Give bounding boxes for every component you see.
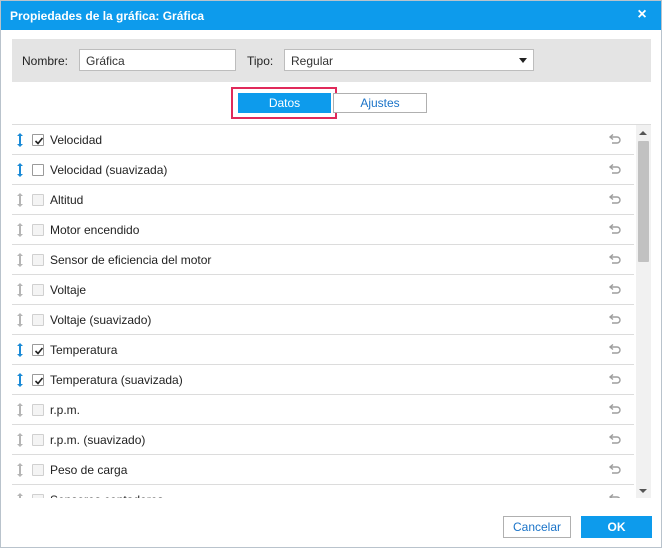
list-item: Sensor de eficiencia del motor <box>12 245 634 275</box>
checkbox[interactable] <box>32 314 44 326</box>
drag-handle-icon[interactable] <box>16 462 24 478</box>
list-item: Voltaje <box>12 275 634 305</box>
drag-handle-icon[interactable] <box>16 192 24 208</box>
drag-handle-icon[interactable] <box>16 492 24 498</box>
name-input[interactable]: Gráfica <box>79 49 236 71</box>
list-item: Altitud <box>12 185 634 215</box>
reset-icon[interactable] <box>608 343 622 356</box>
checkbox[interactable] <box>32 164 44 176</box>
list-item: Velocidad <box>12 125 634 155</box>
drag-handle-icon[interactable] <box>16 252 24 268</box>
list-item: Temperatura <box>12 335 634 365</box>
reset-icon[interactable] <box>608 133 622 146</box>
list-item-label: Voltaje (suavizado) <box>50 313 152 327</box>
type-select-value: Regular <box>291 54 334 68</box>
checkbox[interactable] <box>32 224 44 236</box>
checkmark-icon <box>34 347 44 355</box>
reset-icon[interactable] <box>608 403 622 416</box>
checkmark-icon <box>34 137 44 145</box>
list-item: r.p.m. <box>12 395 634 425</box>
checkbox[interactable] <box>32 284 44 296</box>
list-item-label: Voltaje <box>50 283 87 297</box>
list-item: Peso de carga <box>12 455 634 485</box>
checkbox[interactable] <box>32 134 44 146</box>
reset-icon[interactable] <box>608 253 622 266</box>
ok-button[interactable]: OK <box>581 516 652 538</box>
checkbox[interactable] <box>32 374 44 386</box>
list-item-label: Motor encendido <box>50 223 140 237</box>
list-item: r.p.m. (suavizado) <box>12 425 634 455</box>
data-sensor-list: Velocidad Velocidad (suavizada) Altitud Mot… <box>12 124 651 498</box>
list-item-label: Sensor de eficiencia del motor <box>50 253 212 267</box>
list-item: Motor encendido <box>12 215 634 245</box>
drag-handle-icon[interactable] <box>16 222 24 238</box>
reset-icon[interactable] <box>608 313 622 326</box>
list-item-label: Sensores contadores <box>50 493 163 498</box>
reset-icon[interactable] <box>608 433 622 446</box>
name-type-panel: Nombre: Gráfica Tipo: Regular <box>12 39 651 82</box>
chevron-down-icon <box>519 58 527 63</box>
list-item-label: Velocidad <box>50 133 103 147</box>
reset-icon[interactable] <box>608 223 622 236</box>
reset-icon[interactable] <box>608 463 622 476</box>
reset-icon[interactable] <box>608 193 622 206</box>
type-label: Tipo: <box>247 54 274 68</box>
list-item-label: r.p.m. <box>50 403 81 417</box>
tab-ajustes[interactable]: Ajustes <box>333 93 427 113</box>
drag-handle-icon[interactable] <box>16 402 24 418</box>
checkbox[interactable] <box>32 344 44 356</box>
list-item-label: Velocidad (suavizada) <box>50 163 168 177</box>
list-item-label: Peso de carga <box>50 463 128 477</box>
reset-icon[interactable] <box>608 373 622 386</box>
tab-datos[interactable]: Datos <box>238 93 331 113</box>
checkbox[interactable] <box>32 404 44 416</box>
checkbox[interactable] <box>32 464 44 476</box>
name-label: Nombre: <box>22 54 69 68</box>
list-scrollbar[interactable] <box>636 125 651 498</box>
reset-icon[interactable] <box>608 283 622 296</box>
drag-handle-icon[interactable] <box>16 372 24 388</box>
list-item-label: Altitud <box>50 193 84 207</box>
list-item-label: Temperatura (suavizada) <box>50 373 183 387</box>
drag-handle-icon[interactable] <box>16 282 24 298</box>
close-icon[interactable]: × <box>634 6 650 24</box>
list-item: Velocidad (suavizada) <box>12 155 634 185</box>
reset-icon[interactable] <box>608 493 622 498</box>
drag-handle-icon[interactable] <box>16 312 24 328</box>
drag-handle-icon[interactable] <box>16 132 24 148</box>
list-item: Sensores contadores <box>12 485 634 498</box>
list-item-label: r.p.m. (suavizado) <box>50 433 146 447</box>
list-item: Voltaje (suavizado) <box>12 305 634 335</box>
reset-icon[interactable] <box>608 163 622 176</box>
drag-handle-icon[interactable] <box>16 162 24 178</box>
list-item: Temperatura (suavizada) <box>12 365 634 395</box>
checkbox[interactable] <box>32 194 44 206</box>
drag-handle-icon[interactable] <box>16 432 24 448</box>
dialog-titlebar: Propiedades de la gráfica: Gráfica × <box>1 1 661 30</box>
cancel-button[interactable]: Cancelar <box>503 516 571 538</box>
scroll-thumb[interactable] <box>638 141 649 262</box>
dialog-title: Propiedades de la gráfica: Gráfica <box>10 9 205 23</box>
drag-handle-icon[interactable] <box>16 342 24 358</box>
checkbox[interactable] <box>32 434 44 446</box>
scroll-up-icon[interactable] <box>639 131 647 135</box>
checkbox[interactable] <box>32 494 44 498</box>
scroll-down-icon[interactable] <box>639 489 647 493</box>
chart-properties-dialog: Propiedades de la gráfica: Gráfica × Nom… <box>0 0 662 548</box>
checkmark-icon <box>34 377 44 385</box>
list-item-label: Temperatura <box>50 343 118 357</box>
checkbox[interactable] <box>32 254 44 266</box>
type-select[interactable]: Regular <box>284 49 534 71</box>
